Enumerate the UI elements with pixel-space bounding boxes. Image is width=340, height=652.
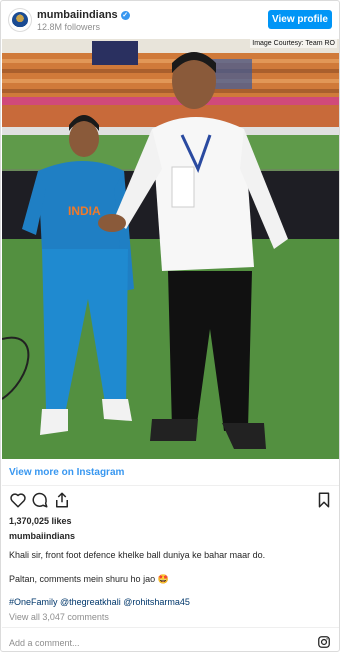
- instagram-embed-card: mumbaiindians ✓ 12.8M followers View pro…: [0, 0, 340, 652]
- share-icon[interactable]: [53, 491, 71, 509]
- caption-hashtags[interactable]: #OneFamily @thegreatkhali @rohitsharma45: [9, 597, 190, 607]
- add-comment-input[interactable]: Add a comment...: [9, 638, 80, 648]
- action-bar: [7, 491, 335, 511]
- verified-badge-icon: ✓: [120, 10, 130, 20]
- profile-avatar[interactable]: [8, 8, 32, 32]
- caption-line-1: Khali sir, front foot defence khelke bal…: [9, 550, 266, 560]
- photo-illustration: INDIA: [2, 39, 339, 459]
- divider: [2, 627, 339, 628]
- post-photo[interactable]: INDIA Image Courtesy: Team RO: [2, 39, 339, 459]
- comment-icon[interactable]: [31, 491, 49, 509]
- view-profile-button[interactable]: View profile: [268, 10, 332, 29]
- username[interactable]: mumbaiindians: [37, 9, 118, 21]
- post-header: mumbaiindians ✓ 12.8M followers View pro…: [1, 1, 339, 39]
- username-row[interactable]: mumbaiindians ✓: [37, 9, 130, 21]
- heart-icon[interactable]: [9, 491, 27, 509]
- divider: [2, 485, 339, 486]
- like-count[interactable]: 1,370,025 likes: [9, 516, 72, 526]
- view-all-comments-link[interactable]: View all 3,047 comments: [9, 612, 109, 622]
- image-credit: Image Courtesy: Team RO: [250, 39, 337, 48]
- bookmark-icon[interactable]: [315, 491, 333, 509]
- mumbai-indians-logo: [12, 12, 28, 28]
- view-more-link[interactable]: View more on Instagram: [9, 467, 124, 478]
- caption-line-2: Paltan, comments mein shuru ho jao 🤩: [9, 574, 169, 584]
- svg-text:INDIA: INDIA: [68, 204, 101, 218]
- follower-count: 12.8M followers: [37, 22, 101, 32]
- instagram-icon[interactable]: [317, 635, 331, 649]
- caption-username[interactable]: mumbaiindians: [9, 531, 75, 541]
